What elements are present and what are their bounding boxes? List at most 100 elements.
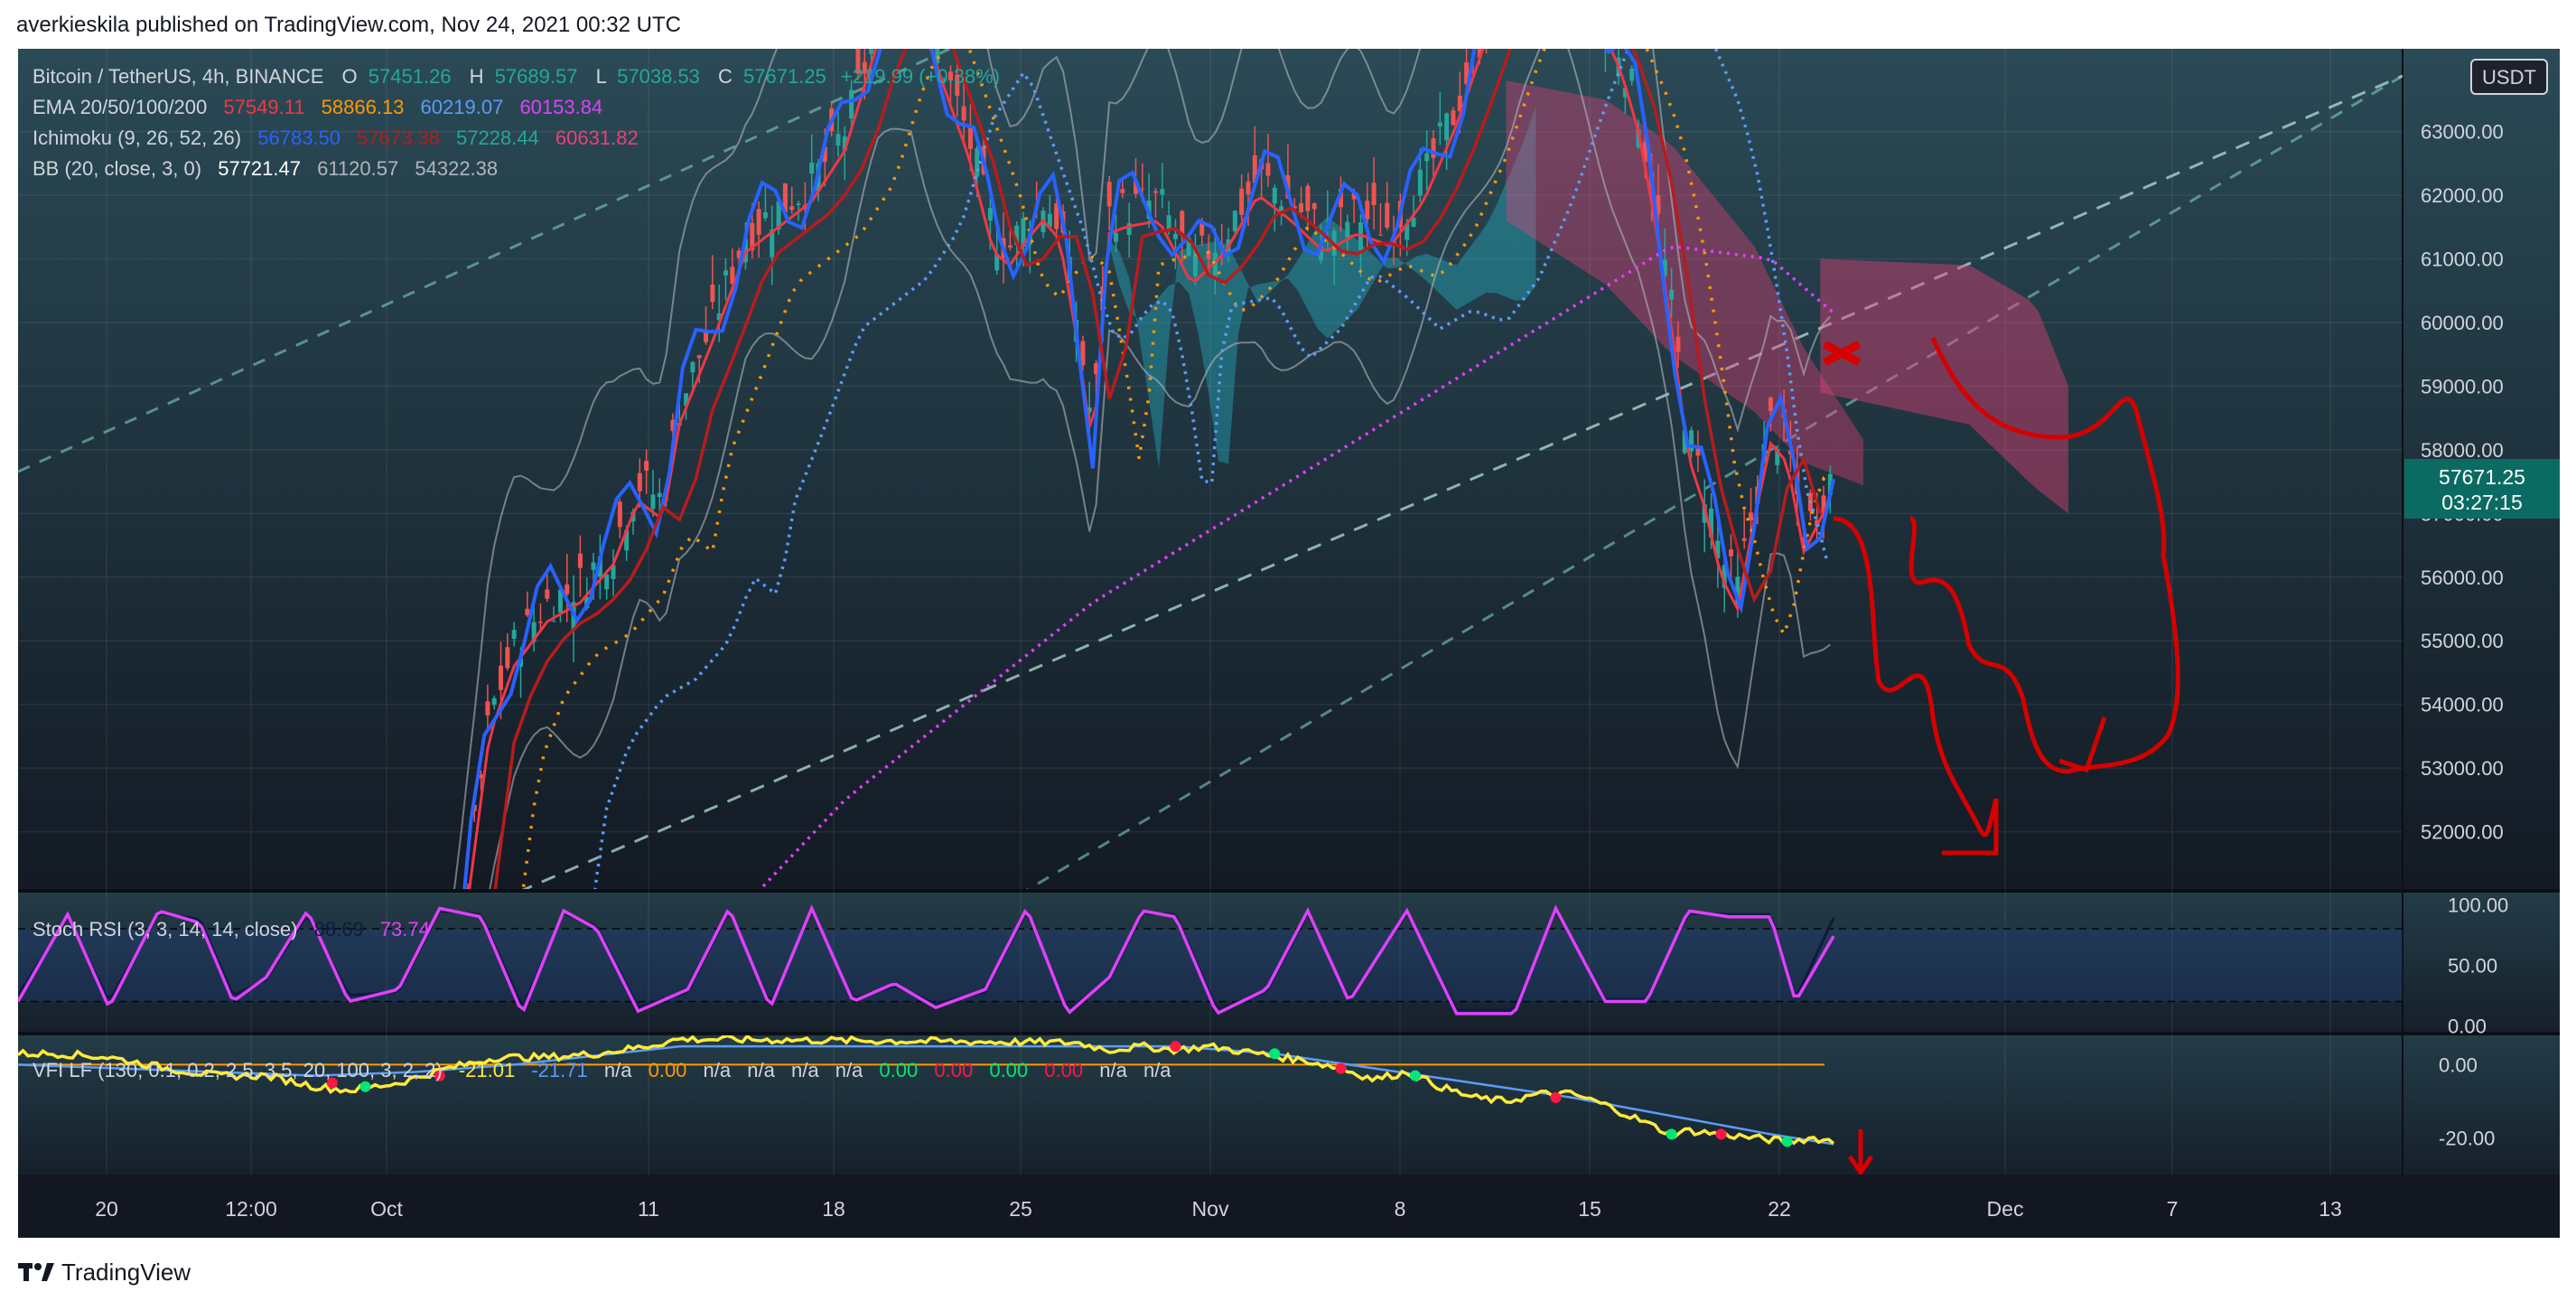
candle-body [577,553,583,568]
candle-body [491,697,497,706]
stoch-tick-label: 50.00 [2448,954,2497,977]
candle-body [1265,163,1271,176]
candle-body [1629,68,1635,81]
candle-body [1675,336,1681,352]
candle-body [1451,110,1456,126]
stoch-tick-label: 0.00 [2448,1015,2487,1037]
vfi-signal-dot [1170,1041,1181,1053]
candle-body [835,134,841,146]
candle-body [1377,234,1383,236]
candle-body [869,49,874,54]
candle-body [551,621,556,622]
time-tick-label: 25 [1009,1197,1032,1221]
candle-body [1417,169,1423,196]
time-tick-label: 20 [95,1197,118,1221]
legend-c-value: 57671.25 [743,65,826,88]
candle-body [1166,215,1171,229]
last-price-label: 57671.25 03:27:15 [2404,459,2560,519]
legend-bb-lower-value: 54322.38 [415,157,498,180]
legend-stoch-d-value: 73.74 [380,918,430,941]
candle-body [1345,221,1350,238]
currency-button[interactable]: USDT [2470,59,2548,95]
legend-stoch-name: Stoch RSI (3, 3, 14, 14, close) [33,918,297,941]
legend-vfi-value: -21.01 [459,1059,515,1081]
candle-body [545,589,550,599]
time-tick-label: 22 [1768,1197,1791,1221]
price-tick-label: 63000.00 [2421,121,2504,144]
legend-symbol-row[interactable]: Bitcoin / TetherUS, 4h, BINANCE O 57451.… [33,65,1000,88]
legend-ema-name: EMA 20/50/100/200 [33,96,207,118]
chart-canvas[interactable]: 52000.00 53000.00 54000.00 55000.00 56000.00… [18,49,2560,1238]
legend-ema50-value: 58866.13 [322,96,405,118]
candle-body [987,208,993,221]
candle-body [1669,289,1675,300]
legend-l-label: L [596,65,607,88]
candle-body [796,203,801,206]
tradingview-logo-icon [18,1263,54,1281]
vfi-signal-dot [1269,1048,1281,1060]
footer-brand[interactable]: TradingView [18,1258,191,1287]
candle-body [1106,182,1112,207]
price-tick-label: 59000.00 [2421,375,2504,398]
legend-ema200-value: 60153.84 [519,96,602,118]
candle-body [762,211,768,219]
candle-body [1311,203,1317,210]
legend-h-label: H [470,65,484,88]
stoch-band-fill [18,929,2403,1002]
candle-body [690,361,695,373]
countdown-value: 03:27:15 [2441,491,2523,514]
candle-body [789,206,795,211]
candle-body [511,630,517,639]
legend-stoch-k-value: 88.69 [314,918,364,941]
candle-body [1444,113,1450,141]
legend-bb-basis-value: 57721.47 [218,157,301,180]
candle-body [849,89,854,119]
time-tick-label: Dec [1987,1197,2024,1221]
vfi-tick-label: 0.00 [2439,1053,2478,1076]
candle-body [1437,122,1442,127]
legend-ichimoku-span-value: 60631.82 [555,126,639,149]
legend-o-label: O [342,65,358,88]
candle-body [1299,202,1304,212]
last-price-value: 57671.25 [2439,465,2525,489]
time-tick-label: 12:00 [225,1197,277,1221]
vfi-signal-dot [359,1081,371,1092]
time-tick-label: 15 [1578,1197,1601,1221]
candle-body [1741,538,1747,541]
candle-body [710,285,715,302]
candle-body [1246,181,1251,195]
candle-body [1768,398,1773,412]
candle-body [650,494,656,510]
candle-body [1212,252,1218,279]
time-tick-label: Nov [1192,1197,1229,1221]
price-tick-label: 56000.00 [2421,566,2504,589]
time-tick-label: Oct [370,1197,403,1221]
candle-body [961,106,966,121]
candle-body [1239,188,1245,215]
legend-bb-upper-value: 61120.57 [317,157,398,180]
candle-body [591,562,596,570]
currency-button-label: USDT [2482,66,2536,89]
candle-body [604,574,610,590]
candle-body [1272,187,1277,204]
candle-body [967,127,973,149]
candle-body [1371,183,1377,205]
price-tick-label: 62000.00 [2421,184,2504,207]
candle-body [1172,233,1178,239]
candle-body [644,460,649,471]
candle-body [617,501,622,528]
vfi-tick-label: -20.00 [2439,1127,2495,1149]
candle-body [637,473,642,491]
candle-body [1689,430,1694,452]
price-tick-label: 58000.00 [2421,439,2504,462]
candle-body [696,355,702,359]
legend-ichimoku-base-value: 57673.38 [357,126,440,149]
price-tick-label: 60000.00 [2421,312,2504,334]
candle-body [1729,549,1734,557]
legend-ichimoku-name: Ichimoku (9, 26, 52, 26) [33,126,241,149]
candle-body [756,209,761,235]
candle-body [485,701,490,716]
legend-vfi-ma-value: -21.71 [531,1059,587,1081]
legend-bb-row[interactable]: BB (20, close, 3, 0) 57721.47 61120.57 5… [33,157,498,180]
candle-body [1160,189,1165,195]
